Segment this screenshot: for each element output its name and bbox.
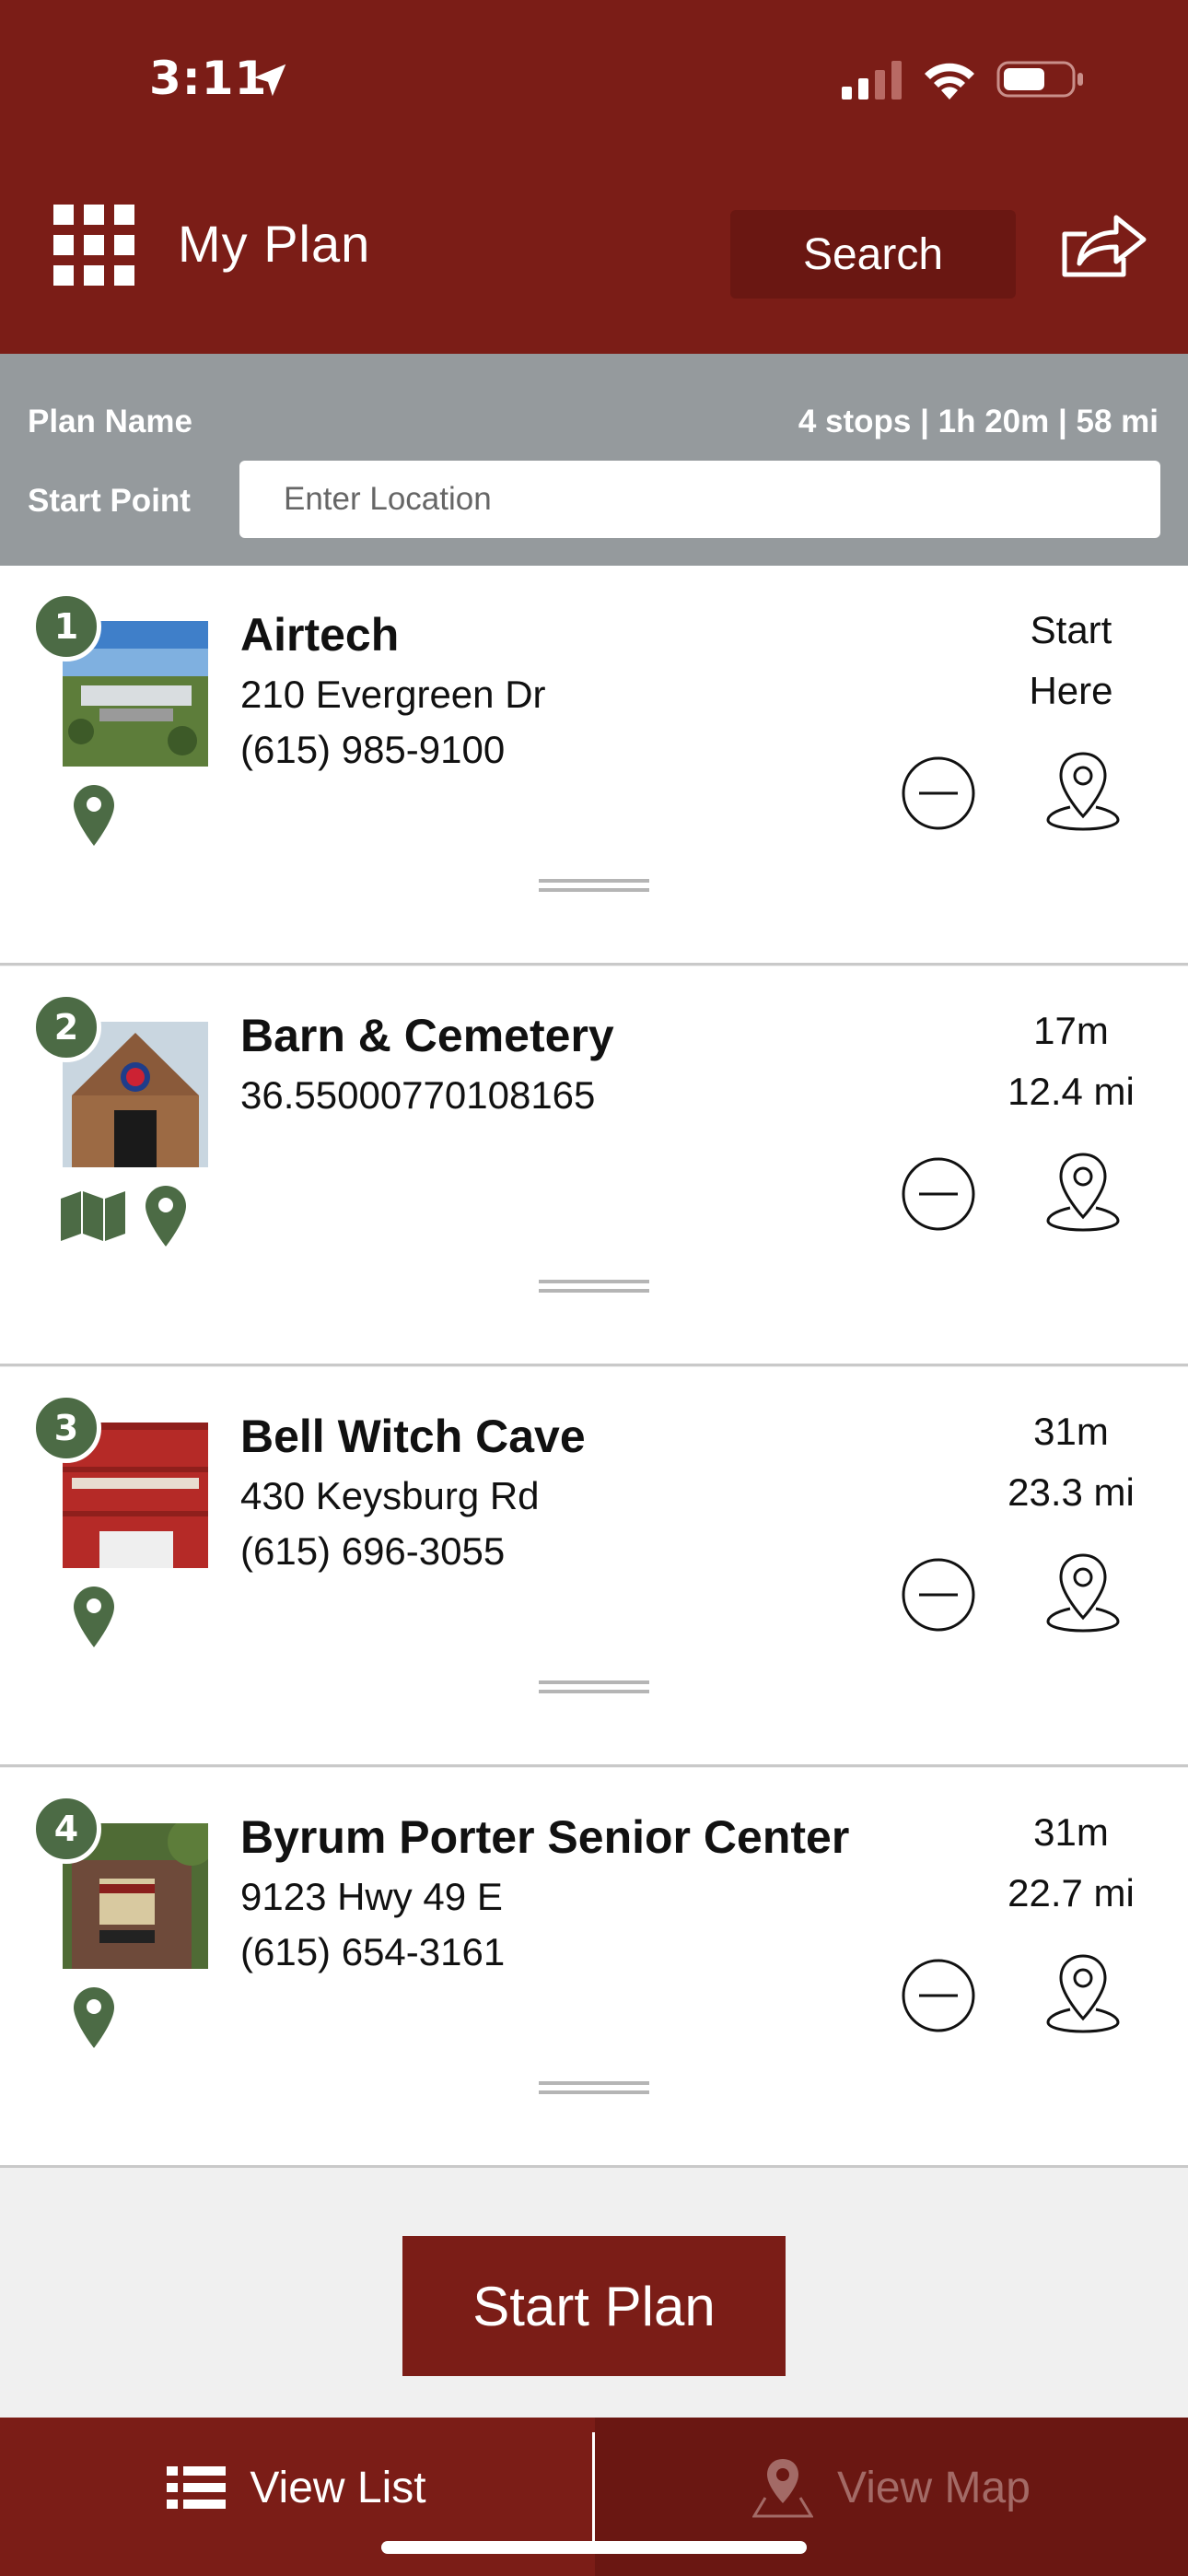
remove-circle-icon[interactable]: [901, 1557, 976, 1633]
stop-number-badge: 3: [31, 1393, 101, 1463]
plan-stats: 4 stops | 1h 20m | 58 mi: [798, 404, 1159, 439]
signal-icon: [842, 61, 902, 100]
stop-meta-bottom: 12.4 mi: [1007, 1070, 1135, 1113]
navigate-pin-icon[interactable]: [1044, 1151, 1122, 1234]
stop-name[interactable]: Airtech: [240, 608, 399, 662]
remove-circle-icon[interactable]: [901, 1156, 976, 1232]
stop-address: 210 Evergreen Dr: [240, 673, 546, 716]
stop-number-badge: 4: [31, 1794, 101, 1864]
stop-card[interactable]: 1 Airtech 210 Evergreen Dr (615) 985-910…: [0, 566, 1188, 966]
stop-phone[interactable]: (615) 985-9100: [240, 728, 505, 772]
stop-meta-bottom: Here: [1029, 669, 1113, 712]
stop-name[interactable]: Barn & Cemetery: [240, 1009, 614, 1062]
map-pin-icon[interactable]: [146, 1186, 186, 1247]
drag-handle-icon[interactable]: [539, 1680, 649, 1695]
stop-card[interactable]: 4 Byrum Porter Senior Center 9123 Hwy 49…: [0, 1768, 1188, 2168]
stop-address: 430 Keysburg Rd: [240, 1474, 540, 1517]
stop-card[interactable]: 3 Bell Witch Cave 430 Keysburg Rd (615) …: [0, 1367, 1188, 1767]
start-point-input[interactable]: [239, 461, 1160, 538]
remove-circle-icon[interactable]: [901, 1958, 976, 2033]
stop-number-badge: 2: [31, 992, 101, 1062]
stop-meta-top: 31m: [1033, 1810, 1109, 1854]
stop-address: 9123 Hwy 49 E: [240, 1875, 503, 1918]
stop-meta-top: 17m: [1033, 1009, 1109, 1052]
map-location-icon: [752, 2459, 814, 2518]
map-pin-icon[interactable]: [74, 1987, 114, 2048]
share-icon[interactable]: [1059, 210, 1147, 280]
wifi-icon: [925, 63, 974, 100]
drag-handle-icon[interactable]: [539, 1280, 649, 1294]
list-icon: [167, 2466, 227, 2509]
tab-view-map-label: View Map: [837, 2463, 1031, 2512]
stop-meta-top: Start: [1030, 608, 1112, 651]
drag-handle-icon[interactable]: [539, 2081, 649, 2096]
tab-view-list-label: View List: [250, 2463, 426, 2512]
stop-meta-bottom: 23.3 mi: [1007, 1470, 1135, 1514]
stop-card[interactable]: 2 Barn & Cemetery 36.55000770108165 17m …: [0, 966, 1188, 1366]
start-point-label: Start Point: [28, 483, 191, 519]
battery-icon: [996, 61, 1083, 98]
remove-circle-icon[interactable]: [901, 755, 976, 831]
navigate-pin-icon[interactable]: [1044, 1952, 1122, 2035]
stop-coordinates: 36.55000770108165: [240, 1073, 596, 1117]
drag-handle-icon[interactable]: [539, 879, 649, 894]
page-title: My Plan: [178, 215, 371, 273]
navigate-pin-icon[interactable]: [1044, 1551, 1122, 1634]
stop-meta-top: 31m: [1033, 1410, 1109, 1453]
grid-menu-icon[interactable]: [53, 205, 134, 286]
stop-phone[interactable]: (615) 696-3055: [240, 1529, 505, 1574]
map-pin-icon[interactable]: [74, 1587, 114, 1647]
location-arrow-icon: [253, 64, 286, 97]
map-pin-icon[interactable]: [74, 785, 114, 846]
plan-name-label: Plan Name: [28, 404, 192, 439]
home-indicator: [381, 2541, 807, 2554]
stop-name[interactable]: Byrum Porter Senior Center: [240, 1810, 849, 1864]
stop-number-badge: 1: [31, 591, 101, 662]
stop-phone[interactable]: (615) 654-3161: [240, 1930, 505, 1974]
stop-meta-bottom: 22.7 mi: [1007, 1871, 1135, 1914]
folded-map-icon[interactable]: [61, 1191, 125, 1241]
stop-name[interactable]: Bell Witch Cave: [240, 1410, 586, 1463]
app-header: 3:11 My Plan Search: [0, 0, 1188, 354]
start-plan-button[interactable]: Start Plan: [402, 2236, 786, 2376]
search-button[interactable]: Search: [730, 210, 1016, 299]
navigate-pin-icon[interactable]: [1044, 750, 1122, 833]
